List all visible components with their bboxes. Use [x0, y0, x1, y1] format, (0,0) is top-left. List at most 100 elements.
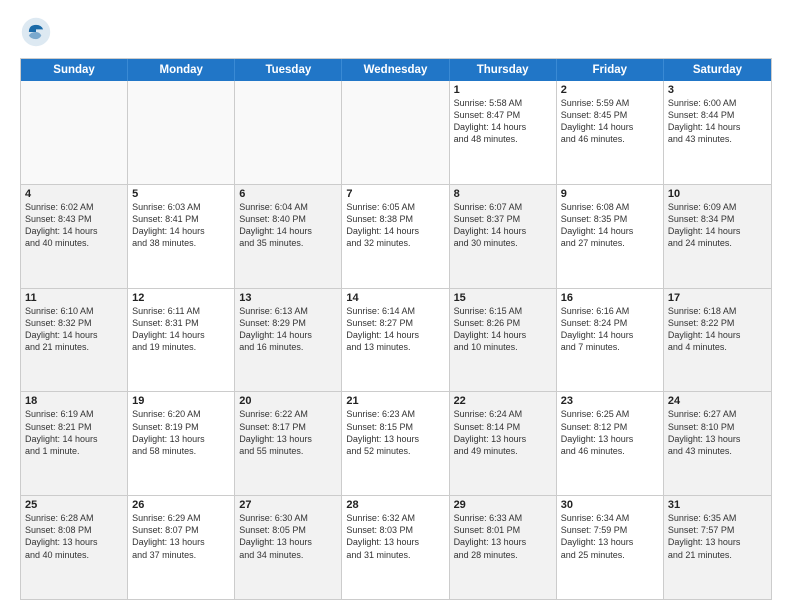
day-number-16: 16	[561, 292, 659, 304]
day-info-12: Sunrise: 6:11 AM Sunset: 8:31 PM Dayligh…	[132, 305, 230, 354]
day-cell-5: 5Sunrise: 6:03 AM Sunset: 8:41 PM Daylig…	[128, 185, 235, 288]
header-day-tuesday: Tuesday	[235, 59, 342, 81]
header-day-friday: Friday	[557, 59, 664, 81]
day-info-27: Sunrise: 6:30 AM Sunset: 8:05 PM Dayligh…	[239, 512, 337, 561]
calendar-header: SundayMondayTuesdayWednesdayThursdayFrid…	[21, 59, 771, 81]
day-info-5: Sunrise: 6:03 AM Sunset: 8:41 PM Dayligh…	[132, 201, 230, 250]
day-cell-11: 11Sunrise: 6:10 AM Sunset: 8:32 PM Dayli…	[21, 289, 128, 392]
empty-cell	[128, 81, 235, 184]
day-cell-16: 16Sunrise: 6:16 AM Sunset: 8:24 PM Dayli…	[557, 289, 664, 392]
empty-cell	[342, 81, 449, 184]
day-number-6: 6	[239, 188, 337, 200]
calendar-body: 1Sunrise: 5:58 AM Sunset: 8:47 PM Daylig…	[21, 81, 771, 599]
header	[20, 16, 772, 48]
day-cell-2: 2Sunrise: 5:59 AM Sunset: 8:45 PM Daylig…	[557, 81, 664, 184]
day-info-8: Sunrise: 6:07 AM Sunset: 8:37 PM Dayligh…	[454, 201, 552, 250]
page: SundayMondayTuesdayWednesdayThursdayFrid…	[0, 0, 792, 612]
day-number-3: 3	[668, 84, 767, 96]
day-cell-15: 15Sunrise: 6:15 AM Sunset: 8:26 PM Dayli…	[450, 289, 557, 392]
day-cell-23: 23Sunrise: 6:25 AM Sunset: 8:12 PM Dayli…	[557, 392, 664, 495]
day-info-4: Sunrise: 6:02 AM Sunset: 8:43 PM Dayligh…	[25, 201, 123, 250]
logo-icon	[20, 16, 52, 48]
day-number-12: 12	[132, 292, 230, 304]
day-number-21: 21	[346, 395, 444, 407]
day-number-13: 13	[239, 292, 337, 304]
day-info-25: Sunrise: 6:28 AM Sunset: 8:08 PM Dayligh…	[25, 512, 123, 561]
day-cell-8: 8Sunrise: 6:07 AM Sunset: 8:37 PM Daylig…	[450, 185, 557, 288]
day-number-11: 11	[25, 292, 123, 304]
day-cell-17: 17Sunrise: 6:18 AM Sunset: 8:22 PM Dayli…	[664, 289, 771, 392]
day-number-28: 28	[346, 499, 444, 511]
calendar-row-2: 11Sunrise: 6:10 AM Sunset: 8:32 PM Dayli…	[21, 289, 771, 393]
day-number-8: 8	[454, 188, 552, 200]
day-number-19: 19	[132, 395, 230, 407]
day-info-13: Sunrise: 6:13 AM Sunset: 8:29 PM Dayligh…	[239, 305, 337, 354]
day-info-26: Sunrise: 6:29 AM Sunset: 8:07 PM Dayligh…	[132, 512, 230, 561]
day-cell-14: 14Sunrise: 6:14 AM Sunset: 8:27 PM Dayli…	[342, 289, 449, 392]
day-info-16: Sunrise: 6:16 AM Sunset: 8:24 PM Dayligh…	[561, 305, 659, 354]
day-cell-29: 29Sunrise: 6:33 AM Sunset: 8:01 PM Dayli…	[450, 496, 557, 599]
day-cell-13: 13Sunrise: 6:13 AM Sunset: 8:29 PM Dayli…	[235, 289, 342, 392]
day-number-2: 2	[561, 84, 659, 96]
day-cell-10: 10Sunrise: 6:09 AM Sunset: 8:34 PM Dayli…	[664, 185, 771, 288]
day-info-1: Sunrise: 5:58 AM Sunset: 8:47 PM Dayligh…	[454, 97, 552, 146]
day-cell-31: 31Sunrise: 6:35 AM Sunset: 7:57 PM Dayli…	[664, 496, 771, 599]
day-number-26: 26	[132, 499, 230, 511]
day-info-10: Sunrise: 6:09 AM Sunset: 8:34 PM Dayligh…	[668, 201, 767, 250]
day-number-20: 20	[239, 395, 337, 407]
day-info-18: Sunrise: 6:19 AM Sunset: 8:21 PM Dayligh…	[25, 408, 123, 457]
empty-cell	[21, 81, 128, 184]
day-info-17: Sunrise: 6:18 AM Sunset: 8:22 PM Dayligh…	[668, 305, 767, 354]
header-day-sunday: Sunday	[21, 59, 128, 81]
day-cell-19: 19Sunrise: 6:20 AM Sunset: 8:19 PM Dayli…	[128, 392, 235, 495]
day-cell-18: 18Sunrise: 6:19 AM Sunset: 8:21 PM Dayli…	[21, 392, 128, 495]
day-number-9: 9	[561, 188, 659, 200]
day-number-27: 27	[239, 499, 337, 511]
day-number-18: 18	[25, 395, 123, 407]
header-day-thursday: Thursday	[450, 59, 557, 81]
day-cell-25: 25Sunrise: 6:28 AM Sunset: 8:08 PM Dayli…	[21, 496, 128, 599]
day-cell-12: 12Sunrise: 6:11 AM Sunset: 8:31 PM Dayli…	[128, 289, 235, 392]
calendar-row-1: 4Sunrise: 6:02 AM Sunset: 8:43 PM Daylig…	[21, 185, 771, 289]
day-cell-3: 3Sunrise: 6:00 AM Sunset: 8:44 PM Daylig…	[664, 81, 771, 184]
day-number-7: 7	[346, 188, 444, 200]
calendar-row-0: 1Sunrise: 5:58 AM Sunset: 8:47 PM Daylig…	[21, 81, 771, 185]
day-info-15: Sunrise: 6:15 AM Sunset: 8:26 PM Dayligh…	[454, 305, 552, 354]
header-day-monday: Monday	[128, 59, 235, 81]
day-number-4: 4	[25, 188, 123, 200]
day-info-7: Sunrise: 6:05 AM Sunset: 8:38 PM Dayligh…	[346, 201, 444, 250]
day-number-29: 29	[454, 499, 552, 511]
day-info-22: Sunrise: 6:24 AM Sunset: 8:14 PM Dayligh…	[454, 408, 552, 457]
day-cell-4: 4Sunrise: 6:02 AM Sunset: 8:43 PM Daylig…	[21, 185, 128, 288]
day-number-15: 15	[454, 292, 552, 304]
day-info-11: Sunrise: 6:10 AM Sunset: 8:32 PM Dayligh…	[25, 305, 123, 354]
day-cell-1: 1Sunrise: 5:58 AM Sunset: 8:47 PM Daylig…	[450, 81, 557, 184]
day-cell-20: 20Sunrise: 6:22 AM Sunset: 8:17 PM Dayli…	[235, 392, 342, 495]
empty-cell	[235, 81, 342, 184]
day-number-30: 30	[561, 499, 659, 511]
day-cell-24: 24Sunrise: 6:27 AM Sunset: 8:10 PM Dayli…	[664, 392, 771, 495]
day-number-24: 24	[668, 395, 767, 407]
logo	[20, 16, 56, 48]
day-info-14: Sunrise: 6:14 AM Sunset: 8:27 PM Dayligh…	[346, 305, 444, 354]
header-day-wednesday: Wednesday	[342, 59, 449, 81]
day-number-31: 31	[668, 499, 767, 511]
day-number-10: 10	[668, 188, 767, 200]
day-number-5: 5	[132, 188, 230, 200]
day-cell-9: 9Sunrise: 6:08 AM Sunset: 8:35 PM Daylig…	[557, 185, 664, 288]
day-info-30: Sunrise: 6:34 AM Sunset: 7:59 PM Dayligh…	[561, 512, 659, 561]
day-info-6: Sunrise: 6:04 AM Sunset: 8:40 PM Dayligh…	[239, 201, 337, 250]
day-number-14: 14	[346, 292, 444, 304]
day-cell-22: 22Sunrise: 6:24 AM Sunset: 8:14 PM Dayli…	[450, 392, 557, 495]
day-info-28: Sunrise: 6:32 AM Sunset: 8:03 PM Dayligh…	[346, 512, 444, 561]
day-info-20: Sunrise: 6:22 AM Sunset: 8:17 PM Dayligh…	[239, 408, 337, 457]
day-cell-6: 6Sunrise: 6:04 AM Sunset: 8:40 PM Daylig…	[235, 185, 342, 288]
day-cell-28: 28Sunrise: 6:32 AM Sunset: 8:03 PM Dayli…	[342, 496, 449, 599]
day-info-21: Sunrise: 6:23 AM Sunset: 8:15 PM Dayligh…	[346, 408, 444, 457]
day-cell-30: 30Sunrise: 6:34 AM Sunset: 7:59 PM Dayli…	[557, 496, 664, 599]
day-number-25: 25	[25, 499, 123, 511]
day-number-23: 23	[561, 395, 659, 407]
day-cell-7: 7Sunrise: 6:05 AM Sunset: 8:38 PM Daylig…	[342, 185, 449, 288]
day-info-29: Sunrise: 6:33 AM Sunset: 8:01 PM Dayligh…	[454, 512, 552, 561]
calendar-row-4: 25Sunrise: 6:28 AM Sunset: 8:08 PM Dayli…	[21, 496, 771, 599]
